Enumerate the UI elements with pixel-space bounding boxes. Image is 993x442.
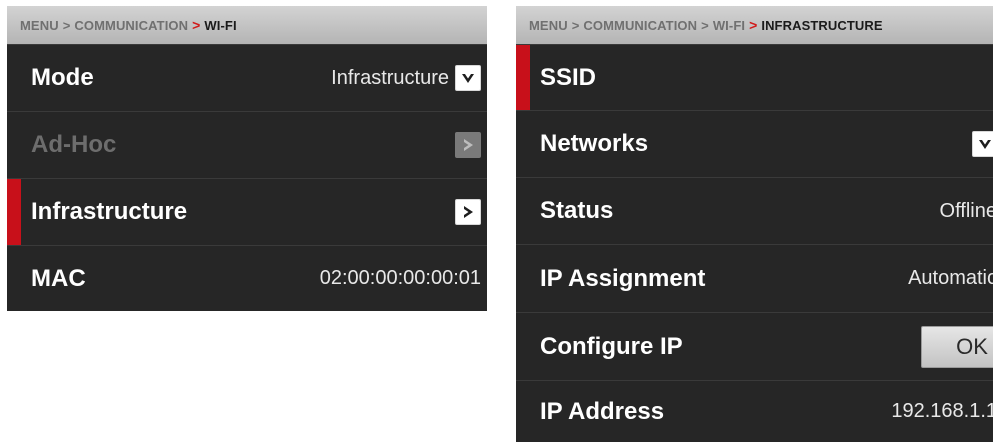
row-ad-hoc[interactable]: Ad-Hoc [7,111,487,178]
row-label: SSID [540,63,597,91]
selection-indicator [7,179,21,245]
breadcrumb-wifi[interactable]: WI-FI [713,18,745,33]
infrastructure-menu-panel: MENU > COMMUNICATION > WI-FI > INFRASTRU… [516,6,993,442]
breadcrumb-separator: > [62,17,71,33]
row-label: MAC [31,264,86,292]
row-label: IP Assignment [540,264,706,292]
row-label: Status [540,197,614,224]
mode-dropdown[interactable]: Infrastructure [331,65,481,91]
breadcrumb-communication[interactable]: COMMUNICATION [583,18,697,33]
row-mac: MAC 02:00:00:00:00:01 [7,245,487,311]
breadcrumb-separator: > [701,17,709,33]
breadcrumb-current: INFRASTRUCTURE [761,17,883,33]
row-infrastructure[interactable]: Infrastructure [7,178,487,245]
row-status: Status Offline [516,177,993,244]
chevron-down-icon[interactable] [455,65,481,91]
selection-indicator [516,45,530,110]
ip-assignment-value[interactable]: Automatic [908,267,993,290]
breadcrumb-current: WI-FI [204,17,237,33]
row-ip-assignment[interactable]: IP Assignment Automatic [516,244,993,312]
breadcrumb-menu[interactable]: MENU [20,18,59,33]
row-label: Networks [540,130,649,157]
row-ip-address: IP Address 192.168.1.1 [516,380,993,442]
mode-value: Infrastructure [331,66,449,89]
row-networks[interactable]: Networks [516,110,993,177]
breadcrumb-separator-active: > [192,17,201,33]
ok-button[interactable]: OK [921,325,993,368]
breadcrumb: MENU > COMMUNICATION > WI-FI [7,6,487,44]
chevron-down-icon[interactable] [972,131,993,157]
row-ssid[interactable]: SSID [516,44,993,110]
row-label: Ad-Hoc [31,131,117,158]
breadcrumb-separator: > [571,17,580,33]
breadcrumb-menu[interactable]: MENU [529,18,568,33]
ip-address-value: 192.168.1.1 [891,400,993,422]
status-value: Offline [939,199,993,222]
row-label: Configure IP [540,332,683,360]
row-label: IP Address [540,397,665,425]
row-configure-ip[interactable]: Configure IP OK [516,312,993,380]
breadcrumb-communication[interactable]: COMMUNICATION [74,18,188,33]
row-label: Infrastructure [31,198,188,225]
row-label: Mode [31,64,94,91]
chevron-right-icon[interactable] [455,199,481,225]
mac-value: 02:00:00:00:00:01 [319,267,481,289]
breadcrumb-separator-active: > [749,17,758,33]
row-mode[interactable]: Mode Infrastructure [7,44,487,111]
chevron-right-icon[interactable] [455,132,481,158]
wifi-menu-panel: MENU > COMMUNICATION > WI-FI Mode Infras… [7,6,487,311]
breadcrumb: MENU > COMMUNICATION > WI-FI > INFRASTRU… [516,6,993,44]
